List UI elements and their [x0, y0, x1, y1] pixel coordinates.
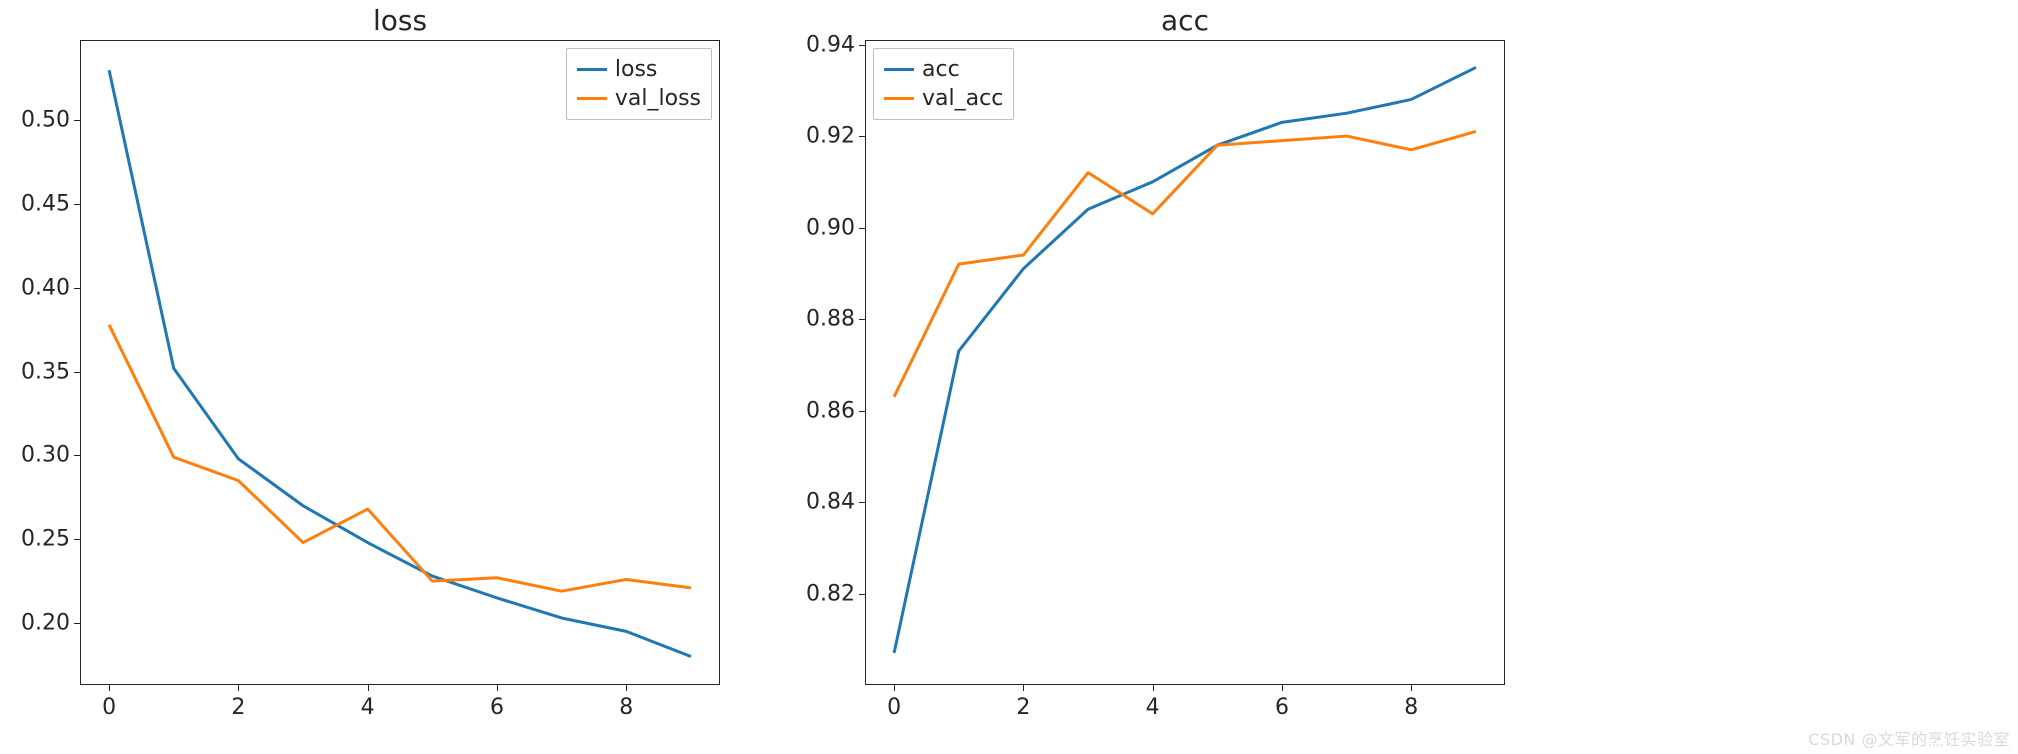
xtick-mark — [1411, 685, 1412, 691]
ytick-label: 0.86 — [806, 398, 865, 423]
legend-swatch — [577, 97, 607, 100]
ytick-mark — [74, 372, 80, 373]
legend-entry: val_acc — [884, 84, 1003, 113]
ytick-mark — [859, 45, 865, 46]
ytick-mark — [859, 319, 865, 320]
chart-title-acc: acc — [865, 4, 1505, 37]
watermark: CSDN @文军的烹饪实验室 — [1808, 726, 2010, 750]
ytick-mark — [859, 411, 865, 412]
ytick-mark — [74, 539, 80, 540]
ytick-label: 0.40 — [21, 275, 80, 300]
ytick-mark — [74, 204, 80, 205]
legend-swatch — [577, 68, 607, 71]
lines-loss — [80, 40, 720, 685]
figure: loss 0.200.250.300.350.400.450.50 02468 … — [0, 0, 2018, 754]
legend-label: loss — [615, 57, 658, 82]
legend-entry: loss — [577, 55, 701, 84]
series-line — [894, 131, 1476, 396]
ytick-label: 0.88 — [806, 307, 865, 332]
legend-label: acc — [922, 57, 960, 82]
xtick-mark — [894, 685, 895, 691]
chart-title-loss: loss — [80, 4, 720, 37]
xtick-mark — [1023, 685, 1024, 691]
xtick-mark — [1153, 685, 1154, 691]
series-line — [894, 67, 1476, 653]
legend-label: val_loss — [615, 86, 701, 111]
xtick-mark — [497, 685, 498, 691]
legend-acc: acc val_acc — [873, 48, 1014, 120]
ytick-label: 0.92 — [806, 124, 865, 149]
xtick-mark — [368, 685, 369, 691]
legend-entry: acc — [884, 55, 1003, 84]
ytick-label: 0.25 — [21, 527, 80, 552]
ytick-label: 0.45 — [21, 192, 80, 217]
subplot-acc: acc 0.820.840.860.880.900.920.94 02468 a… — [865, 40, 1505, 685]
subplot-loss: loss 0.200.250.300.350.400.450.50 02468 … — [80, 40, 720, 685]
legend-loss: loss val_loss — [566, 48, 712, 120]
legend-swatch — [884, 97, 914, 100]
ytick-label: 0.90 — [806, 215, 865, 240]
xtick-mark — [238, 685, 239, 691]
ytick-mark — [859, 502, 865, 503]
ytick-label: 0.94 — [806, 32, 865, 57]
series-line — [109, 325, 691, 591]
series-line — [109, 70, 691, 656]
ytick-mark — [74, 120, 80, 121]
ytick-label: 0.84 — [806, 490, 865, 515]
xtick-mark — [109, 685, 110, 691]
ytick-mark — [74, 623, 80, 624]
ytick-mark — [859, 136, 865, 137]
ytick-label: 0.30 — [21, 443, 80, 468]
ytick-label: 0.20 — [21, 611, 80, 636]
ytick-mark — [74, 455, 80, 456]
ytick-mark — [859, 228, 865, 229]
xtick-mark — [626, 685, 627, 691]
xtick-mark — [1282, 685, 1283, 691]
legend-label: val_acc — [922, 86, 1003, 111]
ytick-mark — [859, 594, 865, 595]
ytick-mark — [74, 288, 80, 289]
lines-acc — [865, 40, 1505, 685]
ytick-label: 0.82 — [806, 581, 865, 606]
legend-entry: val_loss — [577, 84, 701, 113]
legend-swatch — [884, 68, 914, 71]
ytick-label: 0.50 — [21, 108, 80, 133]
ytick-label: 0.35 — [21, 359, 80, 384]
